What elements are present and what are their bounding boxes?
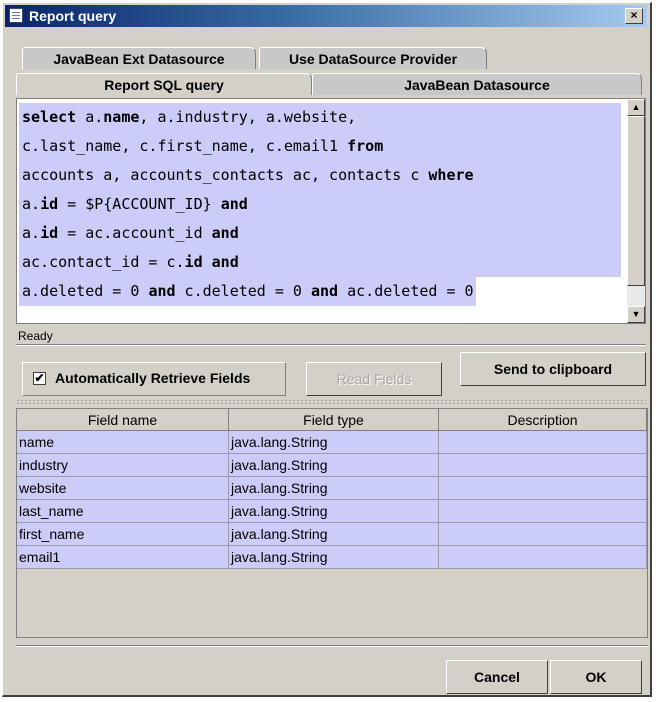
- scroll-up-arrow-icon[interactable]: ▲: [627, 99, 645, 116]
- table-row[interactable]: website java.lang.String: [17, 477, 647, 500]
- status-text: Ready: [18, 329, 53, 343]
- table-header: Field name Field type Description: [17, 409, 647, 431]
- read-fields-button[interactable]: Read Fields: [306, 362, 442, 396]
- fields-table: Field name Field type Description name ja…: [16, 408, 648, 638]
- cell-field-name[interactable]: industry: [17, 454, 229, 477]
- sql-line-text: ac.contact_id = c.id and: [19, 248, 621, 277]
- sql-keyword: and: [211, 253, 239, 271]
- editor-vertical-scrollbar[interactable]: ▲ ▼: [627, 99, 645, 323]
- sql-line: ac.contact_id = c.id and: [19, 248, 621, 277]
- close-button[interactable]: ×: [625, 8, 643, 24]
- sql-text: c.last_name, c.first_name, c.email1: [22, 137, 348, 155]
- cell-field-type[interactable]: java.lang.String: [229, 523, 439, 546]
- table-row[interactable]: last_name java.lang.String: [17, 500, 647, 523]
- sql-line-text: a.id = ac.account_id and: [19, 219, 621, 248]
- cell-field-type[interactable]: java.lang.String: [229, 477, 439, 500]
- cell-field-type[interactable]: java.lang.String: [229, 500, 439, 523]
- table-row[interactable]: email1 java.lang.String: [17, 546, 647, 569]
- sql-keyword: select: [22, 108, 77, 126]
- checkmark-icon: ✔: [34, 371, 45, 385]
- sql-keyword: id: [184, 253, 203, 271]
- sql-text: ac.deleted = 0: [338, 282, 474, 300]
- sql-query-text[interactable]: select a.name, a.industry, a.website, c.l…: [19, 103, 621, 306]
- ok-button[interactable]: OK: [550, 660, 642, 694]
- cell-description[interactable]: [439, 523, 647, 546]
- sql-text: ac.contact_id = c.: [22, 253, 185, 271]
- tab-use-datasource-provider[interactable]: Use DataSource Provider: [259, 47, 487, 69]
- cell-field-type[interactable]: java.lang.String: [229, 431, 439, 454]
- table-row[interactable]: industry java.lang.String: [17, 454, 647, 477]
- sql-line-text: a.id = $P{ACCOUNT_ID} and: [19, 190, 621, 219]
- sql-line: accounts a, accounts_contacts ac, contac…: [19, 161, 621, 190]
- sql-keyword: and: [148, 282, 176, 300]
- window-title: Report query: [29, 8, 117, 24]
- cell-field-name[interactable]: email1: [17, 546, 229, 569]
- sql-line: select a.name, a.industry, a.website,: [19, 103, 621, 132]
- footer-separator: [16, 645, 648, 647]
- sql-text: = ac.account_id: [58, 224, 212, 242]
- sql-line-text: select a.name, a.industry, a.website,: [19, 103, 621, 132]
- sql-line-text: a.deleted = 0 and c.deleted = 0 and ac.d…: [19, 277, 476, 306]
- sql-text: a.deleted = 0: [22, 282, 149, 300]
- sql-query-editor[interactable]: select a.name, a.industry, a.website, c.l…: [16, 98, 646, 324]
- sql-text: , a.industry, a.website,: [139, 108, 357, 126]
- sql-line: c.last_name, c.first_name, c.email1 from: [19, 132, 621, 161]
- sql-keyword: and: [211, 224, 239, 242]
- sql-keyword: and: [311, 282, 339, 300]
- sql-keyword: id: [40, 224, 59, 242]
- column-header-field-type[interactable]: Field type: [229, 409, 439, 431]
- sql-keyword: where: [428, 166, 474, 184]
- cell-field-name[interactable]: website: [17, 477, 229, 500]
- cell-description[interactable]: [439, 477, 647, 500]
- auto-retrieve-label[interactable]: Automatically Retrieve Fields: [55, 370, 250, 386]
- sql-keyword: and: [220, 195, 248, 213]
- table-row[interactable]: first_name java.lang.String: [17, 523, 647, 546]
- status-separator: [16, 344, 646, 346]
- sql-text: a.: [22, 195, 41, 213]
- column-header-field-name[interactable]: Field name: [17, 409, 229, 431]
- scroll-down-arrow-icon[interactable]: ▼: [627, 306, 645, 323]
- sql-keyword: from: [347, 137, 384, 155]
- sql-line: a.id = ac.account_id and: [19, 219, 621, 248]
- split-pane-divider[interactable]: [16, 399, 646, 405]
- report-document-icon: [9, 8, 23, 23]
- send-to-clipboard-button[interactable]: Send to clipboard: [460, 352, 646, 386]
- cell-field-name[interactable]: first_name: [17, 523, 229, 546]
- cancel-button[interactable]: Cancel: [446, 660, 548, 694]
- cell-description[interactable]: [439, 454, 647, 477]
- title-bar[interactable]: Report query ×: [5, 5, 647, 27]
- cell-field-name[interactable]: name: [17, 431, 229, 454]
- auto-retrieve-fields-control[interactable]: ✔ Automatically Retrieve Fields: [22, 362, 286, 396]
- sql-text: accounts a, accounts_contacts ac, contac…: [22, 166, 429, 184]
- cell-description[interactable]: [439, 431, 647, 454]
- cell-description[interactable]: [439, 500, 647, 523]
- sql-keyword: name: [103, 108, 140, 126]
- scroll-thumb[interactable]: [627, 116, 645, 286]
- sql-line-text: c.last_name, c.first_name, c.email1 from: [19, 132, 621, 161]
- column-header-description[interactable]: Description: [439, 409, 647, 431]
- sql-line: a.deleted = 0 and c.deleted = 0 and ac.d…: [19, 277, 621, 306]
- sql-keyword: id: [40, 195, 59, 213]
- cell-field-name[interactable]: last_name: [17, 500, 229, 523]
- sql-text: c.deleted = 0: [175, 282, 311, 300]
- table-row[interactable]: name java.lang.String: [17, 431, 647, 454]
- auto-retrieve-checkbox[interactable]: ✔: [33, 372, 46, 385]
- cell-field-type[interactable]: java.lang.String: [229, 454, 439, 477]
- cell-description[interactable]: [439, 546, 647, 569]
- sql-line-text: accounts a, accounts_contacts ac, contac…: [19, 161, 621, 190]
- sql-text: a.: [22, 224, 41, 242]
- sql-text: a.: [76, 108, 104, 126]
- cell-field-type[interactable]: java.lang.String: [229, 546, 439, 569]
- tab-javabean-datasource[interactable]: JavaBean Datasource: [312, 73, 642, 95]
- sql-text: = $P{ACCOUNT_ID}: [58, 195, 221, 213]
- tab-report-sql-query[interactable]: Report SQL query: [16, 73, 312, 95]
- tab-javabean-ext-datasource[interactable]: JavaBean Ext Datasource: [22, 47, 256, 69]
- sql-line: a.id = $P{ACCOUNT_ID} and: [19, 190, 621, 219]
